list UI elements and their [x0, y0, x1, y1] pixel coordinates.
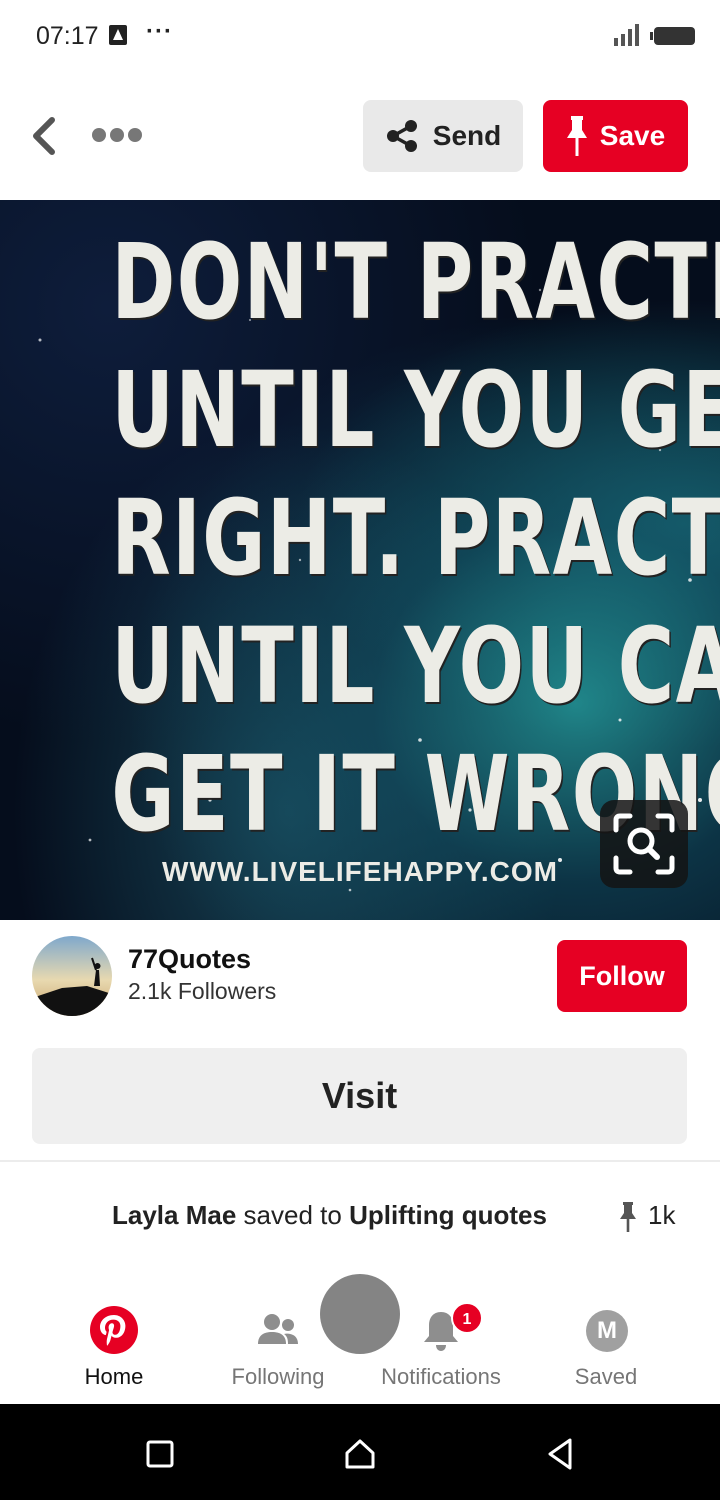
alert-icon	[109, 25, 127, 45]
creator-follower-count: 2.1k Followers	[128, 978, 277, 1004]
nav-home-label: Home	[84, 1364, 144, 1389]
section-divider	[0, 1160, 720, 1162]
quote-text: DON'T PRACTICE UNTIL YOU GET IT RIGHT. P…	[111, 218, 720, 858]
send-button[interactable]: Send	[363, 100, 523, 172]
pin-detail-screen: 07:17 ··· Send Save DON'T PRACT UNTIL YO…	[0, 0, 720, 1500]
more-options-icon[interactable]	[90, 124, 144, 146]
nav-saved-label: Saved	[574, 1364, 638, 1389]
nav-notifications-label: Notifications	[381, 1364, 501, 1389]
nav-notifications[interactable]: 1 Notifications	[361, 1300, 521, 1404]
pin-icon	[620, 1202, 636, 1232]
nav-following[interactable]: Following	[198, 1300, 358, 1404]
quote-line: RIGHT. PRACTICE	[111, 477, 720, 599]
nav-home[interactable]: Home	[34, 1300, 194, 1404]
quote-line: GET IT WRONG.	[111, 733, 720, 855]
more-notifications-icon: ···	[146, 18, 173, 45]
nav-saved[interactable]: M Saved	[526, 1300, 686, 1404]
battery-icon	[650, 27, 695, 45]
pin-header: Send Save	[0, 100, 720, 172]
saver-name[interactable]: Layla Mae	[112, 1200, 236, 1230]
saved-activity-text: Layla Mae saved to Uplifting quotes	[112, 1200, 547, 1231]
save-button[interactable]: Save	[543, 100, 688, 172]
quote-line: UNTIL YOU CAN'T	[111, 605, 720, 727]
pinterest-logo-icon	[90, 1306, 138, 1354]
back-icon[interactable]	[540, 1434, 580, 1474]
visit-button[interactable]: Visit	[32, 1048, 687, 1144]
back-arrow-icon[interactable]	[26, 114, 66, 158]
profile-avatar: M	[586, 1310, 628, 1352]
system-navigation-bar	[0, 1404, 720, 1500]
creator-avatar[interactable]	[32, 936, 112, 1016]
quote-line: UNTIL YOU GET IT	[111, 349, 720, 471]
visual-search-button[interactable]	[600, 800, 688, 888]
lens-search-icon	[613, 813, 675, 875]
creator-section: 77Quotes 2.1k Followers Follow	[0, 930, 720, 1030]
status-time: 07:17	[36, 22, 99, 50]
bottom-navigation: Home Following 1 Notifications M Saved	[0, 1300, 720, 1404]
saved-activity-row: Layla Mae saved to Uplifting quotes 1k	[0, 1196, 720, 1240]
status-bar: 07:17 ···	[0, 0, 720, 72]
pin-icon	[566, 116, 587, 156]
save-label: Save	[599, 120, 666, 151]
notification-badge: 1	[451, 1302, 483, 1334]
save-count: 1k	[648, 1200, 676, 1230]
people-icon	[258, 1314, 298, 1344]
home-icon[interactable]	[340, 1434, 380, 1474]
signal-icon	[614, 24, 639, 46]
quote-line: DON'T PRACTICE	[111, 221, 720, 343]
creator-name[interactable]: 77Quotes	[128, 944, 251, 975]
recent-apps-icon[interactable]	[140, 1434, 180, 1474]
saved-to-text: saved to	[243, 1200, 342, 1230]
share-icon	[386, 120, 417, 152]
board-name[interactable]: Uplifting quotes	[349, 1200, 547, 1230]
send-label: Send	[432, 120, 502, 151]
nav-following-label: Following	[231, 1364, 325, 1389]
follow-button[interactable]: Follow	[557, 940, 687, 1012]
pin-image[interactable]: DON'T PRACTICE UNTIL YOU GET IT RIGHT. P…	[0, 200, 720, 920]
